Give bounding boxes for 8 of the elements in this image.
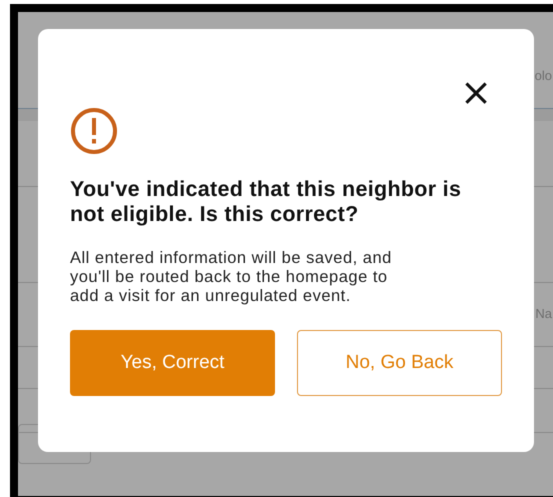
close-button[interactable]: × bbox=[460, 77, 492, 107]
alert-icon bbox=[70, 107, 118, 155]
dialog-message: All entered information will be saved, and you'll be routed back to the homepage to add a visit for an unregulated event. bbox=[70, 249, 393, 306]
background-text: olo bbox=[534, 68, 552, 83]
confirm-button[interactable]: Yes, Correct bbox=[70, 330, 275, 396]
dialog-title: You've indicated that this neighbor is not eligible. Is this correct? bbox=[70, 177, 462, 227]
back-button[interactable]: No, Go Back bbox=[297, 330, 502, 396]
background-text: Na bbox=[535, 306, 552, 321]
